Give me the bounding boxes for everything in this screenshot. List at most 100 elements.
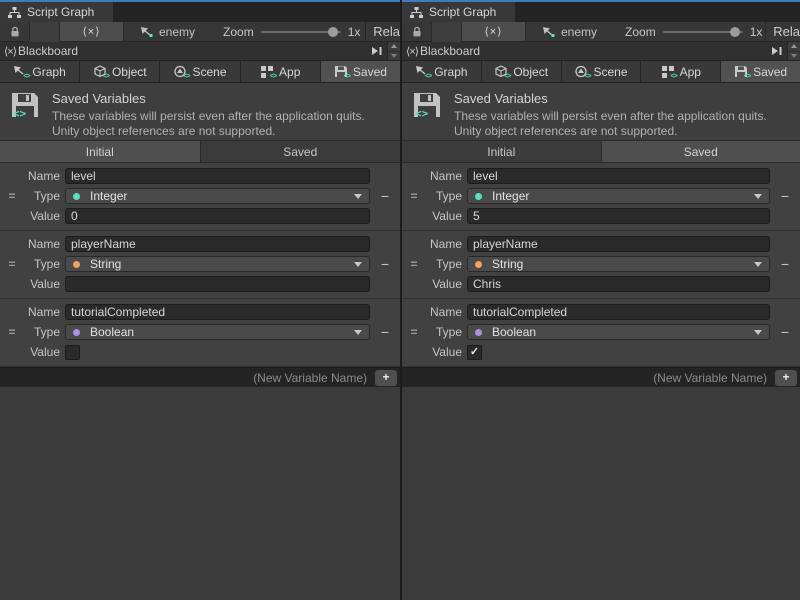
remove-variable-button[interactable]: − — [770, 188, 800, 204]
type-label: Type — [24, 325, 60, 339]
object-tab-icon: <> — [494, 65, 508, 78]
variable-name-input[interactable] — [467, 168, 770, 184]
variable-value-input[interactable] — [65, 208, 370, 224]
dock-button[interactable] — [767, 42, 787, 60]
drag-handle[interactable]: = — [0, 257, 24, 271]
zoom-slider[interactable] — [261, 31, 341, 33]
scroll-up-button[interactable] — [788, 42, 800, 51]
value-label: Value — [426, 277, 462, 291]
tab-app[interactable]: <> App — [241, 61, 321, 82]
type-value: String — [492, 257, 523, 271]
drag-handle[interactable]: = — [402, 325, 426, 339]
type-color-dot — [475, 329, 482, 336]
drag-handle[interactable]: = — [402, 257, 426, 271]
tab-saved[interactable]: <> Saved — [321, 61, 400, 82]
type-dropdown[interactable]: Boolean — [467, 324, 770, 340]
script-graph-tab[interactable]: Script Graph — [0, 2, 113, 22]
zoom-slider-knob[interactable] — [730, 27, 740, 37]
scene-tab-icon: <> — [574, 65, 588, 78]
subtab-initial[interactable]: Initial — [0, 141, 200, 162]
tab-object[interactable]: <> Object — [482, 61, 562, 82]
new-variable-input[interactable] — [0, 371, 374, 385]
remove-variable-button[interactable]: − — [370, 324, 400, 340]
new-variable-input[interactable] — [402, 371, 774, 385]
type-dropdown[interactable]: Integer — [65, 188, 370, 204]
value-mode-tabs: Initial Saved — [402, 141, 800, 163]
type-color-dot — [73, 193, 80, 200]
remove-variable-button[interactable]: − — [770, 324, 800, 340]
scroll-down-button[interactable] — [788, 51, 800, 61]
saved-variables-icon: <> — [10, 91, 40, 121]
subtab-saved[interactable]: Saved — [201, 141, 401, 162]
code-view-button[interactable]: ⟨×⟩ — [462, 22, 526, 41]
variable-name-input[interactable] — [65, 236, 370, 252]
type-label: Type — [426, 257, 462, 271]
variable-name-input[interactable] — [467, 236, 770, 252]
info-line-1: These variables will persist even after … — [52, 109, 365, 124]
chevron-down-icon — [354, 194, 362, 199]
tab-saved[interactable]: <> Saved — [721, 61, 800, 82]
subtab-saved[interactable]: Saved — [602, 141, 800, 162]
chevron-down-icon — [354, 330, 362, 335]
scroll-down-button[interactable] — [388, 51, 400, 61]
remove-variable-button[interactable]: − — [370, 188, 400, 204]
variable-value-input[interactable] — [467, 276, 770, 292]
relations-label[interactable]: Rela — [766, 22, 800, 41]
name-label: Name — [426, 169, 462, 183]
type-label: Type — [426, 325, 462, 339]
lock-button[interactable] — [402, 22, 432, 41]
type-dropdown[interactable]: String — [65, 256, 370, 272]
tab-graph[interactable]: <> Graph — [402, 61, 482, 82]
info-line-2: Unity object references are not supporte… — [52, 124, 365, 139]
graph-canvas[interactable] — [0, 387, 400, 600]
info-title: Saved Variables — [454, 91, 767, 106]
type-dropdown[interactable]: Boolean — [65, 324, 370, 340]
info-text: Saved Variables These variables will per… — [454, 91, 767, 140]
boolean-checkbox[interactable] — [65, 345, 80, 360]
type-color-dot — [73, 329, 80, 336]
chevron-down-icon — [754, 194, 762, 199]
value-label: Value — [24, 277, 60, 291]
graph-name: enemy — [159, 25, 195, 39]
drag-handle[interactable]: = — [0, 189, 24, 203]
saved-tab-icon: <> — [734, 65, 748, 78]
graph-breadcrumb[interactable]: enemy — [140, 22, 195, 41]
tab-scene[interactable]: <> Scene — [160, 61, 240, 82]
down-arrow-icon — [791, 54, 797, 58]
zoom-slider[interactable] — [663, 31, 743, 33]
tab-graph[interactable]: <> Graph — [0, 61, 80, 82]
lock-button[interactable] — [0, 22, 30, 41]
graph-canvas[interactable] — [402, 387, 800, 600]
script-graph-tab[interactable]: Script Graph — [402, 2, 515, 22]
boolean-checkbox[interactable]: ✓ — [467, 345, 482, 360]
variable-name-input[interactable] — [65, 168, 370, 184]
add-variable-button[interactable]: + — [775, 370, 797, 386]
relations-label[interactable]: Rela — [366, 22, 400, 41]
type-dropdown[interactable]: String — [467, 256, 770, 272]
add-variable-button[interactable]: + — [375, 370, 397, 386]
dock-button[interactable] — [367, 42, 387, 60]
variable-value-input[interactable] — [467, 208, 770, 224]
new-variable-row: + — [402, 367, 800, 387]
script-graph-icon — [410, 7, 423, 18]
variable-value-input[interactable] — [65, 276, 370, 292]
scroll-up-button[interactable] — [388, 42, 400, 51]
remove-variable-button[interactable]: − — [770, 256, 800, 272]
remove-variable-button[interactable]: − — [370, 256, 400, 272]
type-value: String — [90, 257, 121, 271]
drag-handle[interactable]: = — [402, 189, 426, 203]
variable-name-input[interactable] — [467, 304, 770, 320]
tab-scene[interactable]: <> Scene — [562, 61, 642, 82]
flow-graph-icon — [140, 26, 154, 38]
graph-breadcrumb[interactable]: enemy — [542, 22, 597, 41]
zoom-slider-knob[interactable] — [328, 27, 338, 37]
type-dropdown[interactable]: Integer — [467, 188, 770, 204]
tab-app[interactable]: <> App — [641, 61, 721, 82]
variable-name-input[interactable] — [65, 304, 370, 320]
blackboard-panel-left: Script Graph i ⟨×⟩ — [0, 0, 400, 600]
subtab-initial[interactable]: Initial — [402, 141, 601, 162]
tab-object[interactable]: <> Object — [80, 61, 160, 82]
graph-tab-icon: <> — [13, 65, 27, 78]
drag-handle[interactable]: = — [0, 325, 24, 339]
code-view-button[interactable]: ⟨×⟩ — [60, 22, 124, 41]
